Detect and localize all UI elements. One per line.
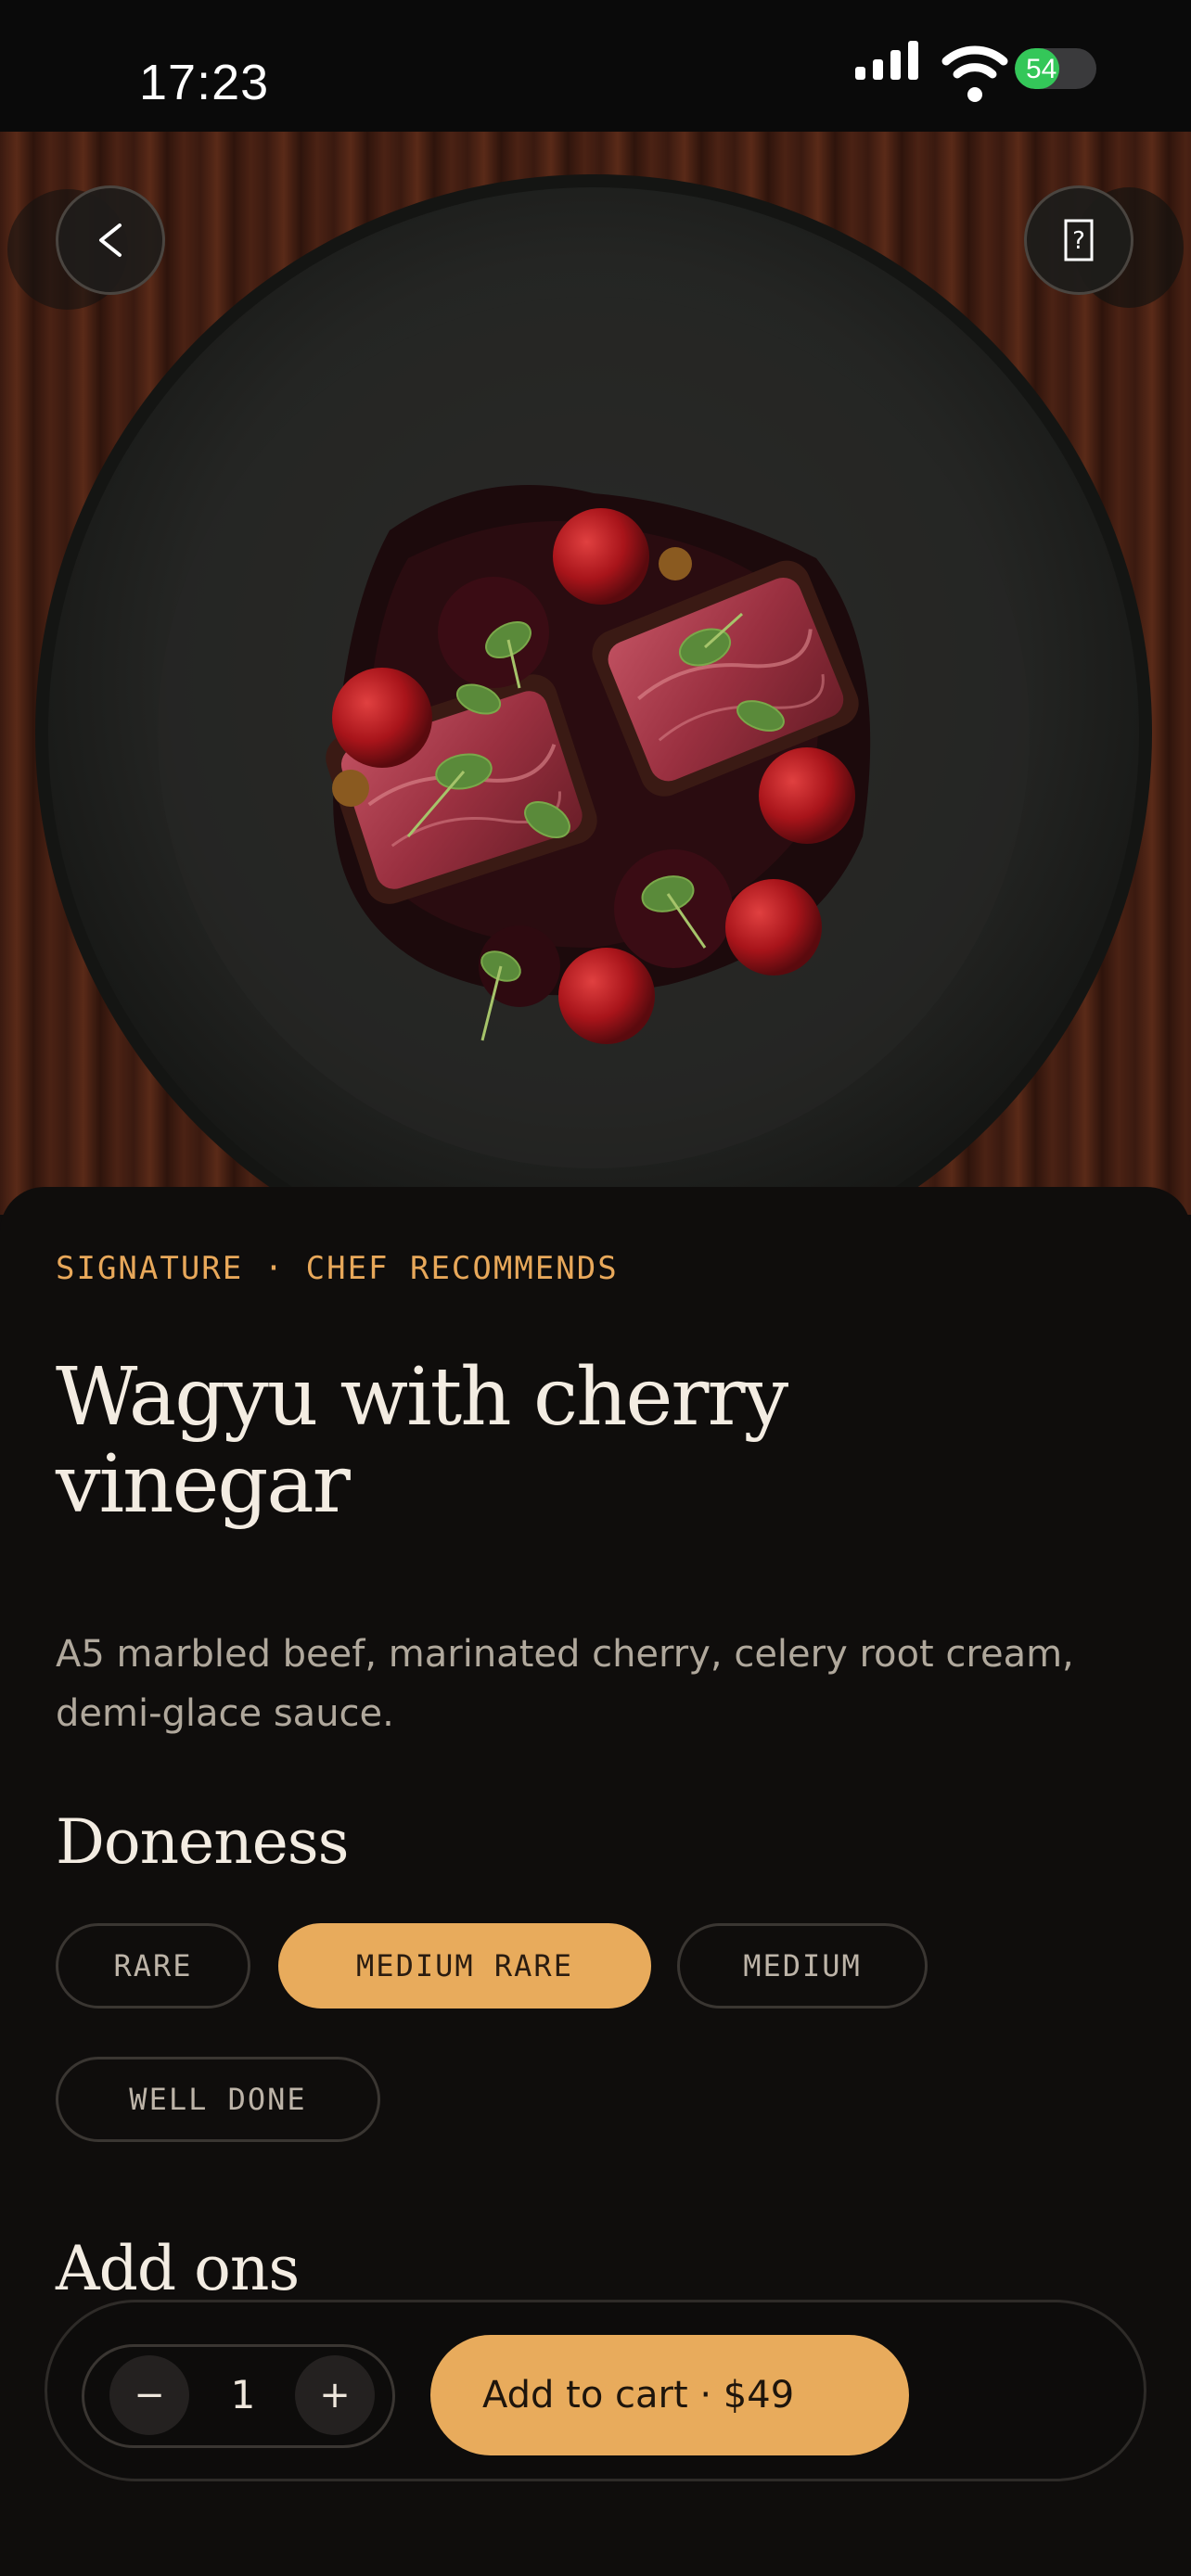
status-time: 17:23 <box>139 55 270 110</box>
dish-hero-image <box>0 132 1191 1215</box>
dish-title: Wagyu with cherry vinegar <box>56 1351 788 1531</box>
doneness-option-medium[interactable]: MEDIUM <box>677 1923 928 2009</box>
doneness-option-rare[interactable]: RARE <box>56 1923 250 2009</box>
dish-eyebrow: SIGNATURE · CHEF RECOMMENDS <box>56 1250 619 1287</box>
signal-icon <box>855 41 918 80</box>
help-icon: ? <box>1064 219 1094 261</box>
back-button[interactable] <box>56 185 165 295</box>
status-bar: 17:23 54 <box>0 0 1191 132</box>
battery-level: 54 <box>1026 54 1057 84</box>
decrease-quantity-button[interactable]: − <box>109 2355 189 2435</box>
help-icon-glyph: ? <box>1072 227 1085 255</box>
help-button[interactable]: ? <box>1024 185 1133 295</box>
add-to-cart-button[interactable]: Add to cart · $49 <box>430 2335 909 2455</box>
quantity-value: 1 <box>230 2372 256 2417</box>
doneness-heading: Doneness <box>56 1806 350 1878</box>
addons-heading: Add ons <box>56 2233 300 2304</box>
increase-quantity-button[interactable]: + <box>295 2355 375 2435</box>
back-chevron-icon <box>99 223 122 257</box>
dish-description: A5 marbled beef, marinated cherry, celer… <box>56 1633 1074 1735</box>
doneness-option-medium-rare[interactable]: MEDIUM RARE <box>278 1923 651 2009</box>
wifi-icon <box>941 45 1008 102</box>
plate-illustration <box>35 174 1152 1215</box>
doneness-option-well-done[interactable]: WELL DONE <box>56 2057 380 2142</box>
battery-icon: 54 <box>1015 48 1096 89</box>
